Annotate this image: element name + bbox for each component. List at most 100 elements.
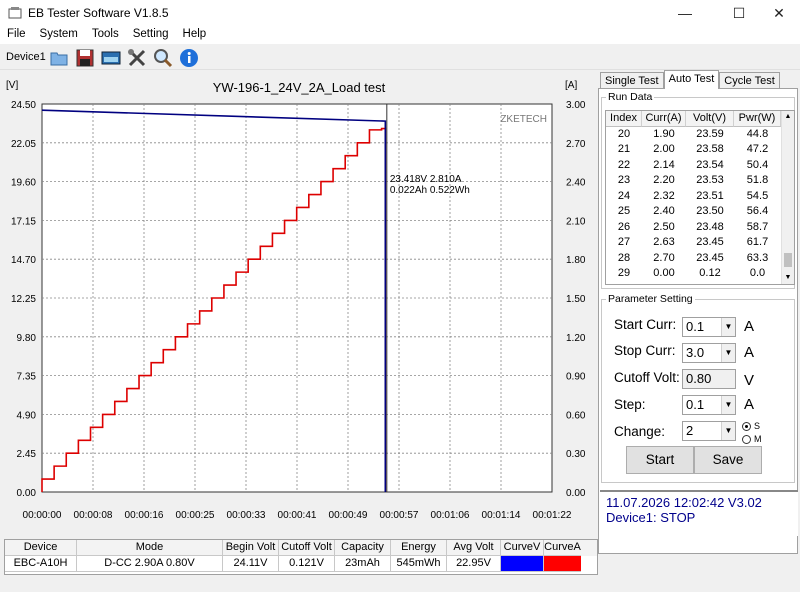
col-avg-volt: Avg Volt [447, 540, 501, 556]
table-row[interactable]: EBC-A10H D-CC 2.90A 0.80V 24.11V 0.121V … [5, 556, 597, 572]
run-data-cell: 23.54 [696, 158, 724, 171]
list-item[interactable]: 28 2.70 23.45 63.3 [606, 251, 794, 267]
col-device: Device [5, 540, 77, 556]
run-data-cell: 23.59 [696, 127, 724, 140]
scroll-up-icon[interactable]: ▲ [782, 111, 794, 123]
stop-curr-select[interactable]: 3.0 ▼ [682, 343, 736, 363]
run-data-cell: 28 [617, 251, 631, 264]
step-unit: A [744, 396, 755, 413]
y-left-tick: 7.35 [17, 372, 37, 383]
tab-auto-test[interactable]: Auto Test [663, 70, 720, 89]
cell-device: EBC-A10H [5, 556, 77, 572]
scroll-down-icon[interactable]: ▼ [782, 272, 794, 284]
run-data-cell: 0.12 [699, 267, 721, 279]
list-item[interactable]: 22 2.14 23.54 50.4 [606, 158, 794, 174]
menu-help[interactable]: Help [176, 26, 214, 44]
rd-col-pwr: Pwr(W) [734, 111, 781, 127]
run-data-cell: 20 [617, 127, 631, 140]
run-data-cell: 24 [617, 189, 631, 202]
watermark: ZKETECH [500, 114, 547, 125]
tools-icon[interactable] [126, 47, 148, 69]
right-unit: [A] [565, 80, 577, 91]
y-left-tick: 12.25 [11, 294, 36, 305]
run-data-cell: 0.0 [749, 267, 766, 279]
run-data-label: Run Data [606, 91, 655, 103]
auto-test-pane: Run Data Index Curr(A) Volt(V) Pwr(W) 20… [598, 88, 798, 554]
curve-v-swatch[interactable] [501, 556, 544, 572]
chevron-down-icon[interactable]: ▼ [721, 396, 735, 414]
run-data-cell: 1.90 [653, 127, 675, 140]
chevron-down-icon[interactable]: ▼ [721, 422, 735, 440]
x-tick: 00:01:06 [431, 510, 470, 521]
start-curr-label: Start Curr: [614, 317, 677, 332]
radio-s-label: S [754, 421, 761, 431]
cell-cutoff-volt: 0.121V [279, 556, 335, 572]
list-item[interactable]: 26 2.50 23.48 58.7 [606, 220, 794, 236]
scroll-thumb[interactable] [784, 253, 792, 267]
toolbar: Device1 [0, 44, 800, 70]
menu-setting[interactable]: Setting [126, 26, 176, 44]
minimize-button[interactable]: — [662, 0, 708, 26]
start-curr-value: 0.1 [686, 319, 705, 334]
cursor-label-2: 0.022Ah 0.522Wh [390, 185, 470, 196]
start-curr-select[interactable]: 0.1 ▼ [682, 317, 736, 337]
status-datetime: 11.07.2026 12:02:42 V3.02 [606, 495, 762, 510]
search-icon[interactable] [152, 47, 174, 69]
run-data-cell: 23.50 [696, 205, 724, 217]
x-tick: 00:00:25 [176, 510, 215, 521]
run-data-scrollbar[interactable]: ▲ ▼ [781, 111, 794, 284]
list-item[interactable]: 27 2.63 23.45 61.7 [606, 235, 794, 251]
step-value: 0.1 [686, 397, 705, 412]
radio-m[interactable]: M [742, 434, 762, 444]
load-test-chart[interactable]: [V] [A] ZKETECH 24.50 3.00 22.05 2.70 19.60 2… [0, 72, 598, 537]
list-item[interactable]: 24 2.32 23.51 54.5 [606, 189, 794, 205]
menu-system[interactable]: System [33, 26, 85, 44]
y-left-tick: 0.00 [17, 488, 37, 499]
right-panel: Single Test Auto Test Cycle Test Run Dat… [598, 70, 800, 592]
screenshot-icon[interactable] [100, 47, 122, 69]
step-label: Step: [614, 397, 646, 412]
chevron-down-icon[interactable]: ▼ [721, 318, 735, 336]
tab-single-test[interactable]: Single Test [600, 72, 664, 89]
app-icon [8, 7, 22, 19]
start-button[interactable]: Start [626, 446, 694, 474]
change-select[interactable]: 2 ▼ [682, 421, 736, 441]
step-select[interactable]: 0.1 ▼ [682, 395, 736, 415]
close-button[interactable]: ✕ [756, 0, 800, 26]
radio-s[interactable]: S [742, 421, 760, 431]
menu-tools[interactable]: Tools [85, 26, 126, 44]
menu-bar: File System Tools Setting Help [0, 26, 800, 44]
col-curve-a: CurveA [544, 540, 581, 556]
open-icon[interactable] [48, 47, 70, 69]
tab-cycle-test[interactable]: Cycle Test [719, 72, 780, 89]
run-data-cell: 2.40 [653, 205, 675, 217]
run-data-cell: 27 [617, 236, 631, 248]
save-icon[interactable] [74, 47, 96, 69]
run-data-cell: 2.20 [653, 174, 675, 186]
run-data-cell: 26 [617, 220, 631, 233]
y-right-tick: 2.40 [566, 178, 586, 189]
curve-a-swatch[interactable] [544, 556, 581, 572]
list-item[interactable]: 25 2.40 23.50 56.4 [606, 204, 794, 220]
chevron-down-icon[interactable]: ▼ [721, 344, 735, 362]
save-button[interactable]: Save [694, 446, 762, 474]
y-right-tick: 1.80 [566, 255, 586, 266]
list-item[interactable]: 21 2.00 23.58 47.2 [606, 142, 794, 158]
info-icon[interactable] [178, 47, 200, 69]
start-curr-unit: A [744, 318, 755, 335]
cell-capacity: 23mAh [335, 556, 391, 572]
list-item[interactable]: 23 2.20 23.53 51.8 [606, 173, 794, 189]
cutoff-volt-input[interactable]: 0.80 [682, 369, 736, 389]
y-left-tick: 14.70 [11, 255, 36, 266]
col-energy: Energy [391, 540, 447, 556]
run-data-cell: 25 [617, 205, 631, 217]
list-item[interactable]: 29 0.00 0.12 0.0 [606, 266, 794, 282]
title-bar: EB Tester Software V1.8.5 — ☐ ✕ [0, 0, 800, 26]
run-data-cell: 63.3 [746, 251, 769, 264]
menu-file[interactable]: File [0, 26, 33, 44]
list-item[interactable]: 20 1.90 23.59 44.8 [606, 127, 794, 143]
run-data-cell: 23.51 [696, 189, 724, 202]
run-data-cell: 23 [617, 174, 631, 186]
run-data-cell: 50.4 [746, 158, 769, 171]
chart-area: YW-196-1_24V_2A_Load test [V] [A] ZKETEC… [0, 72, 598, 537]
